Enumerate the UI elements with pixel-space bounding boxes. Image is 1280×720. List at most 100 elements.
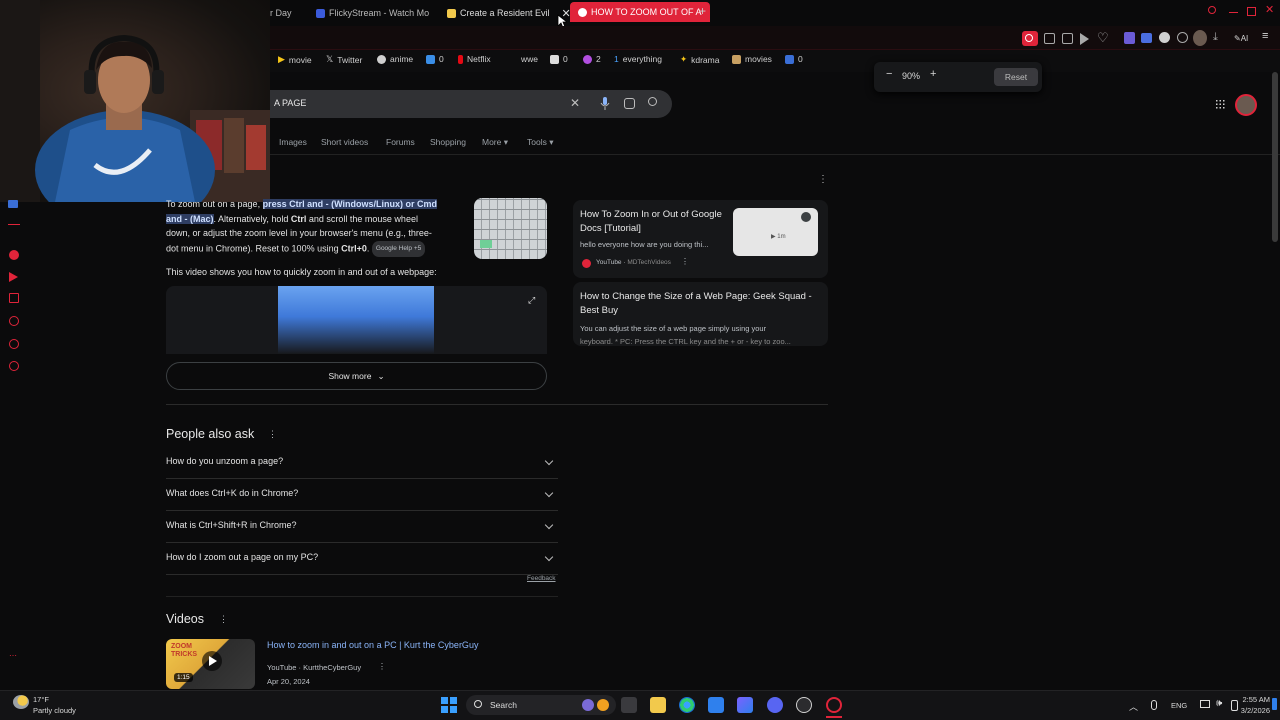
- search-bar[interactable]: A PAGE ✕: [270, 90, 672, 118]
- result-thumbnail[interactable]: ▶ 1m: [733, 208, 818, 256]
- extension-icon[interactable]: [1141, 33, 1152, 43]
- bookmark-twitter[interactable]: 𝕏 Twitter: [326, 54, 362, 65]
- videos-options-icon[interactable]: ⋮: [219, 614, 228, 625]
- zoom-in-button[interactable]: +: [930, 68, 936, 80]
- bookmark-wwe[interactable]: wwe: [521, 54, 538, 64]
- store-icon[interactable]: [708, 697, 724, 713]
- pin-icon[interactable]: [1044, 33, 1055, 44]
- rail-play-icon[interactable]: [9, 272, 18, 282]
- play-icon[interactable]: [1080, 33, 1089, 45]
- network-icon[interactable]: [1200, 700, 1210, 708]
- bookmark-movie[interactable]: ▶ movie: [278, 54, 312, 65]
- play-button-icon[interactable]: [202, 651, 222, 671]
- close-window-icon[interactable]: ✕: [1265, 3, 1274, 16]
- account-avatar[interactable]: [1235, 94, 1257, 116]
- rail-bookmark-icon[interactable]: [9, 293, 19, 303]
- steam-icon[interactable]: [796, 697, 812, 713]
- search-icon[interactable]: [648, 97, 657, 106]
- profile-avatar[interactable]: [1193, 30, 1207, 46]
- microphone-tray-icon[interactable]: [1151, 700, 1157, 710]
- microphone-icon[interactable]: [600, 97, 610, 111]
- tab-images[interactable]: Images: [279, 137, 307, 147]
- ai-button[interactable]: ✎AI: [1234, 34, 1248, 43]
- tab-forums[interactable]: Forums: [386, 137, 415, 147]
- extension-icon[interactable]: [1159, 32, 1170, 43]
- paa-question[interactable]: How do you unzoom a page?: [166, 447, 558, 479]
- rail-record-icon[interactable]: [9, 250, 19, 260]
- bookmark-netflix[interactable]: Netflix: [458, 54, 491, 64]
- tray-chevron-up-icon[interactable]: ︿: [1129, 700, 1138, 713]
- bookmark-movies[interactable]: movies: [732, 54, 772, 64]
- bookmark-folder[interactable]: 2: [583, 54, 601, 64]
- maximize-icon[interactable]: [1247, 7, 1256, 16]
- paa-question[interactable]: What is Ctrl+Shift+R in Chrome?: [166, 511, 558, 543]
- menu-icon[interactable]: ≡: [1262, 30, 1268, 42]
- scrollbar[interactable]: [1272, 72, 1278, 242]
- discord-icon[interactable]: [767, 697, 783, 713]
- keyboard-thumbnail[interactable]: [474, 198, 547, 259]
- tab-short-videos[interactable]: Short videos: [321, 137, 368, 147]
- zoom-reset-button[interactable]: Reset: [994, 68, 1038, 86]
- result-title[interactable]: How To Zoom In or Out of Google Docs [Tut…: [580, 208, 722, 235]
- file-explorer-icon[interactable]: [650, 697, 666, 713]
- tab-active-zoom[interactable]: HOW TO ZOOM OUT OF A: [570, 2, 710, 22]
- minimize-icon[interactable]: [1229, 12, 1238, 14]
- bookmark-folder[interactable]: 0: [426, 54, 444, 64]
- tab-tools[interactable]: Tools ▾: [527, 137, 553, 148]
- paa-options-icon[interactable]: ⋮: [268, 429, 277, 440]
- rail-history-icon[interactable]: [9, 316, 19, 326]
- tab-flickystream[interactable]: FlickyStream - Watch Mo: [316, 4, 429, 22]
- rail-download-icon[interactable]: [9, 339, 19, 349]
- zoom-indicator-button[interactable]: [1022, 31, 1038, 46]
- bookmark-kdrama[interactable]: ✦ kdrama: [680, 54, 719, 65]
- rail-app-icon[interactable]: [8, 200, 18, 208]
- zoom-out-button[interactable]: −: [886, 68, 892, 80]
- taskbar-search[interactable]: Search: [466, 695, 616, 715]
- rail-more-icon[interactable]: ⋯: [9, 651, 17, 660]
- tab-1[interactable]: r Day: [270, 4, 292, 22]
- language-indicator[interactable]: ENG: [1171, 701, 1187, 710]
- download-icon[interactable]: ⤓: [1213, 31, 1218, 44]
- heart-icon[interactable]: ♡: [1097, 30, 1109, 46]
- weather-icon[interactable]: [13, 695, 29, 709]
- video-title-link[interactable]: How to zoom in and out on a PC | Kurt th…: [267, 640, 478, 650]
- bookmark-everything[interactable]: 1 everything: [614, 54, 662, 64]
- opera-gx-icon[interactable]: [826, 697, 842, 713]
- show-more-button[interactable]: Show more ⌄: [166, 362, 547, 390]
- paa-question[interactable]: How do I zoom out a page on my PC?: [166, 543, 558, 575]
- volume-icon[interactable]: 🕪: [1216, 698, 1222, 709]
- edge-icon[interactable]: [679, 697, 695, 713]
- app-icon[interactable]: [737, 697, 753, 713]
- tab-resident-evil[interactable]: Create a Resident Evil ✕: [447, 4, 571, 22]
- tab-more[interactable]: More ▾: [482, 137, 508, 148]
- extensions-puzzle-icon[interactable]: [1177, 32, 1188, 43]
- notification-icon[interactable]: [1272, 698, 1277, 710]
- video-options-icon[interactable]: ⋮: [378, 662, 386, 671]
- result-card-bestbuy[interactable]: How to Change the Size of a Web Page: Ge…: [573, 282, 828, 346]
- video-thumbnail[interactable]: ZOOM TRICKS 1:15: [166, 639, 255, 689]
- search-tabs-icon[interactable]: [1208, 6, 1216, 14]
- bookmark-folder[interactable]: 0: [550, 54, 568, 64]
- new-tab-button[interactable]: +: [699, 4, 706, 18]
- clock-time[interactable]: 2:55 AM: [1238, 695, 1270, 704]
- windows-start-icon[interactable]: [441, 697, 457, 713]
- result-title[interactable]: How to Change the Size of a Web Page: Ge…: [580, 290, 812, 317]
- rail-settings-icon[interactable]: [9, 361, 19, 371]
- tab-shopping[interactable]: Shopping: [430, 137, 466, 147]
- source-chip[interactable]: Google Help +5: [371, 240, 426, 257]
- search-input[interactable]: A PAGE: [274, 98, 306, 108]
- screenshot-icon[interactable]: [1062, 33, 1073, 44]
- paa-question[interactable]: What does Ctrl+K do in Chrome?: [166, 479, 558, 511]
- apps-grid-icon[interactable]: [1215, 99, 1225, 109]
- clock-date[interactable]: 3/2/2026: [1236, 706, 1270, 715]
- bookmark-folder[interactable]: 0: [785, 54, 803, 64]
- result-options-icon[interactable]: ⋮: [681, 257, 689, 266]
- extension-icon[interactable]: [1124, 32, 1135, 44]
- clear-icon[interactable]: ✕: [570, 96, 580, 110]
- feedback-link[interactable]: Feedback: [527, 575, 556, 582]
- lens-icon[interactable]: [624, 98, 635, 109]
- video-preview[interactable]: ⤢: [166, 286, 547, 354]
- expand-icon[interactable]: ⤢: [528, 295, 535, 306]
- bookmark-anime[interactable]: anime: [377, 54, 413, 64]
- result-card-youtube[interactable]: How To Zoom In or Out of Google Docs [Tut…: [573, 200, 828, 278]
